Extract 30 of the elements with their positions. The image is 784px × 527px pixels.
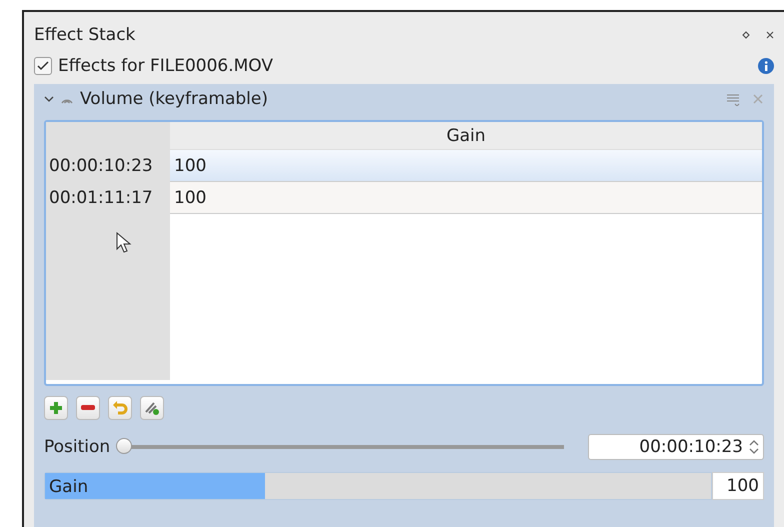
gain-label: Gain bbox=[49, 477, 88, 497]
add-button[interactable] bbox=[44, 396, 68, 420]
undo-icon bbox=[112, 401, 128, 415]
table-cell[interactable]: 100 bbox=[170, 182, 762, 214]
column-header[interactable]: Gain bbox=[170, 122, 762, 150]
menu-icon[interactable] bbox=[726, 92, 740, 106]
timecode-field[interactable]: 00:00:10:23 bbox=[588, 434, 764, 460]
row-header[interactable]: 00:01:11:17 bbox=[46, 182, 170, 214]
info-icon[interactable] bbox=[758, 58, 774, 74]
collapse-caret-icon[interactable] bbox=[44, 95, 54, 103]
remove-button[interactable] bbox=[76, 396, 100, 420]
effect-name: Volume (keyframable) bbox=[80, 89, 268, 109]
close-icon[interactable] bbox=[766, 31, 774, 39]
float-icon[interactable] bbox=[742, 31, 750, 39]
keyframe-icon bbox=[144, 400, 160, 416]
panel-title: Effect Stack bbox=[34, 25, 136, 45]
check-icon bbox=[37, 61, 49, 71]
spinner-arrows-icon[interactable] bbox=[749, 439, 759, 455]
row-header[interactable]: 00:00:10:23 bbox=[46, 150, 170, 182]
gain-value-field[interactable]: 100 bbox=[712, 472, 764, 500]
cursor-icon bbox=[116, 232, 132, 254]
slider-thumb[interactable] bbox=[116, 438, 132, 454]
minus-icon bbox=[81, 405, 95, 411]
checkbox[interactable] bbox=[34, 57, 52, 75]
table-cell[interactable]: 100 bbox=[170, 150, 762, 182]
plus-icon bbox=[49, 401, 63, 415]
checkbox-label: Effects for FILE0006.MOV bbox=[58, 56, 274, 76]
position-label: Position bbox=[44, 437, 110, 457]
keyframe-button[interactable] bbox=[140, 396, 164, 420]
gain-slider[interactable]: Gain bbox=[44, 472, 712, 500]
